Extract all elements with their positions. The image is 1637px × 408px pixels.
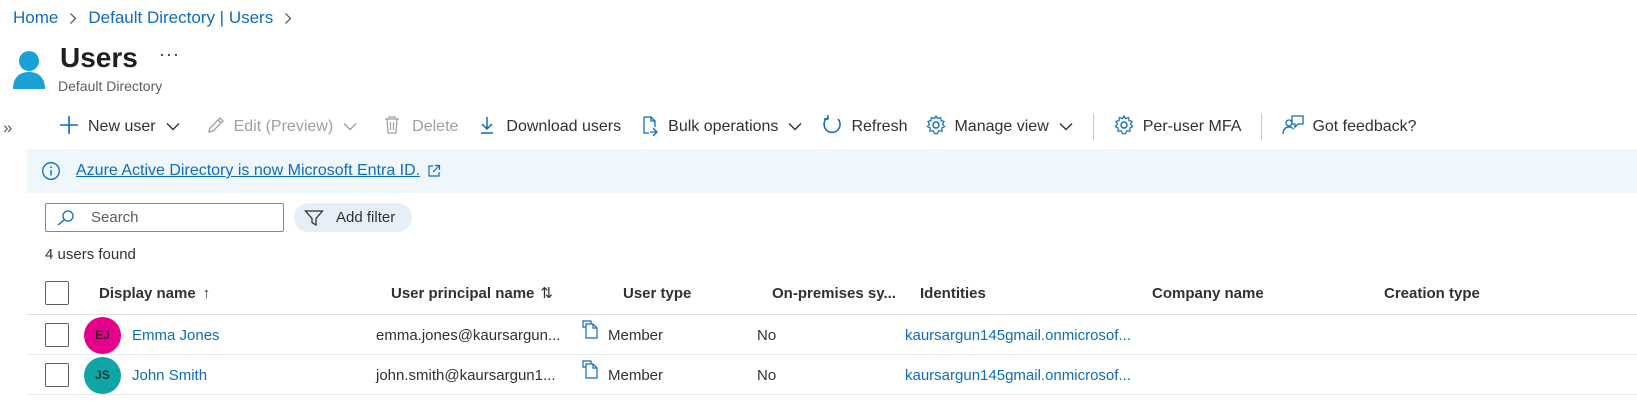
column-display-name[interactable]: Display name ↑ (99, 272, 210, 314)
bulk-operations-button[interactable]: Bulk operations (640, 112, 802, 142)
results-count: 4 users found (45, 246, 136, 263)
edit-preview-button[interactable]: Edit (Preview) (206, 112, 358, 142)
refresh-button[interactable]: Refresh (821, 112, 907, 142)
plus-icon (58, 114, 80, 141)
chevron-right-icon (69, 12, 77, 25)
toolbar-divider (1261, 114, 1263, 140)
table-row[interactable]: JS John Smith john.smith@kaursargun1... … (27, 356, 1637, 395)
copy-cell (581, 316, 599, 354)
search-input[interactable] (91, 209, 271, 226)
table-row[interactable]: EJ Emma Jones emma.jones@kaursargun... M… (27, 316, 1637, 355)
column-identities[interactable]: Identities (920, 272, 986, 314)
gear-icon (926, 114, 947, 140)
column-user-type[interactable]: User type (623, 272, 691, 314)
avatar: EJ (84, 316, 121, 354)
download-users-button[interactable]: Download users (479, 112, 621, 142)
sort-ascending-icon: ↑ (202, 284, 211, 302)
chevron-right-icon (284, 12, 292, 25)
search-icon (55, 209, 75, 226)
on-premises-cell: No (757, 366, 777, 384)
chevron-down-icon (1059, 118, 1073, 136)
column-upn[interactable]: User principal name ⇅ (391, 272, 553, 314)
bulk-operations-icon (640, 114, 660, 141)
new-user-button[interactable]: New user (58, 112, 180, 142)
entra-id-link[interactable]: Azure Active Directory is now Microsoft … (76, 162, 420, 180)
bulk-operations-label: Bulk operations (668, 118, 779, 135)
row-select-cell (45, 356, 69, 394)
upn-cell: john.smith@kaursargun1... (376, 366, 556, 384)
download-icon (479, 115, 495, 140)
display-name-link[interactable]: John Smith (132, 356, 207, 394)
row-checkbox[interactable] (45, 363, 69, 387)
refresh-icon (821, 114, 843, 141)
feedback-button[interactable]: Got feedback? (1282, 112, 1417, 142)
download-users-label: Download users (506, 118, 622, 135)
on-premises-cell: No (757, 326, 777, 344)
info-icon (41, 161, 61, 181)
copy-cell (581, 356, 599, 394)
copy-icon[interactable] (581, 320, 599, 340)
search-box[interactable] (45, 203, 284, 232)
sort-icon: ⇅ (540, 285, 553, 302)
per-user-mfa-button[interactable]: Per-user MFA (1114, 112, 1242, 142)
user-type-cell: Member (608, 366, 664, 384)
avatar: JS (84, 356, 121, 394)
select-all-checkbox[interactable] (45, 281, 69, 305)
select-all-cell (45, 272, 69, 314)
breadcrumb-home-link[interactable]: Home (13, 8, 58, 28)
expand-sidebar-icon[interactable]: » (3, 118, 12, 138)
manage-view-button[interactable]: Manage view (926, 112, 1073, 142)
chevron-down-icon (343, 118, 357, 136)
avatar-cell: JS (84, 356, 121, 394)
copy-icon[interactable] (581, 360, 599, 380)
row-select-cell (45, 316, 69, 354)
upn-cell: emma.jones@kaursargun... (376, 326, 561, 344)
row-checkbox[interactable] (45, 323, 69, 347)
page-title: Users (60, 42, 138, 73)
edit-preview-label: Edit (Preview) (233, 118, 334, 135)
chevron-down-icon (788, 118, 802, 136)
more-options-button[interactable]: ··· (159, 44, 180, 65)
feedback-label: Got feedback? (1312, 118, 1417, 135)
new-user-label: New user (88, 118, 156, 135)
page-subtitle: Default Directory (58, 78, 163, 94)
identities-link[interactable]: kaursargun145gmail.onmicrosof... (905, 316, 1131, 354)
avatar-cell: EJ (84, 316, 121, 354)
trash-icon (383, 115, 401, 140)
user-type-cell: Member (608, 326, 664, 344)
column-creation-type[interactable]: Creation type (1384, 272, 1480, 314)
column-on-premises[interactable]: On-premises sy... (772, 272, 896, 314)
column-upn-label: User principal name (391, 284, 535, 302)
display-name-link[interactable]: Emma Jones (132, 316, 220, 354)
breadcrumb-directory-link[interactable]: Default Directory | Users (88, 8, 273, 28)
add-filter-label: Add filter (336, 209, 396, 226)
command-bar: New user Edit (Preview) Delete Download … (58, 112, 1417, 142)
delete-label: Delete (412, 118, 459, 135)
external-link-icon[interactable] (427, 164, 441, 178)
table-header: Display name ↑ User principal name ⇅ Use… (27, 272, 1637, 315)
pencil-icon (206, 115, 226, 140)
info-banner: Azure Active Directory is now Microsoft … (27, 149, 1637, 193)
identities-link[interactable]: kaursargun145gmail.onmicrosof... (905, 356, 1131, 394)
chevron-down-icon (166, 118, 180, 136)
manage-view-label: Manage view (954, 118, 1049, 135)
feedback-icon (1282, 114, 1305, 141)
breadcrumb: Home Default Directory | Users (13, 7, 303, 29)
add-filter-button[interactable]: Add filter (294, 203, 412, 232)
column-company-name[interactable]: Company name (1152, 272, 1264, 314)
gear-icon (1114, 114, 1134, 140)
toolbar-divider (1092, 114, 1094, 140)
user-icon (12, 50, 46, 90)
filter-icon (304, 209, 324, 227)
per-user-mfa-label: Per-user MFA (1142, 118, 1242, 135)
column-display-name-label: Display name (99, 284, 196, 302)
refresh-label: Refresh (851, 118, 908, 135)
delete-button[interactable]: Delete (383, 112, 458, 142)
